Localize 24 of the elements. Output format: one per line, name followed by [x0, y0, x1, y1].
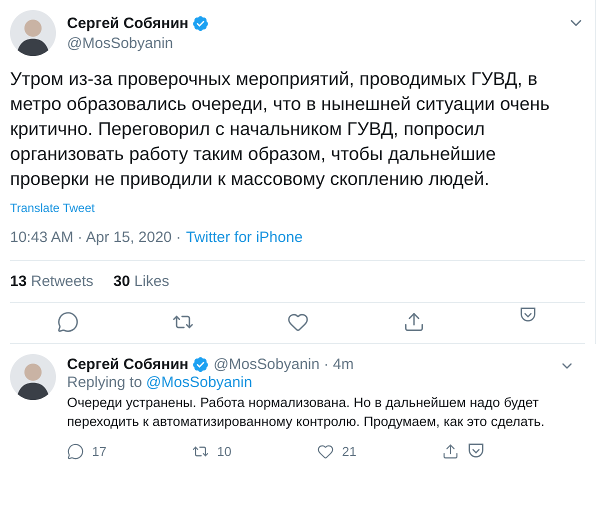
avatar[interactable]: [10, 10, 56, 56]
like-icon[interactable]: [317, 442, 334, 460]
author-name[interactable]: Сергей Собянин: [67, 15, 188, 32]
author-handle[interactable]: @MosSobyanin: [67, 35, 556, 52]
stat-count[interactable]: 13 Retweets: [10, 273, 94, 290]
tweet-text: Утром из-за проверочных мероприятий, проводимых ГУВД, в метро образовались очереди, что в нынешней ситуации очень критично. Переговорил с начальником ГУВД, попросил организовать работу таким образом, чтобы дальнейшие проверки не приводили к массовому скоплению людей.: [10, 67, 551, 191]
tweet-timestamp[interactable]: 10:43 AM · Apr 15, 2020 ·: [10, 229, 181, 246]
source-link[interactable]: Twitter for iPhone: [186, 229, 303, 246]
avatar[interactable]: [10, 354, 56, 400]
like-icon[interactable]: [287, 311, 310, 333]
reply-icon[interactable]: [56, 311, 79, 333]
reply-text: Очереди устранены. Работа нормализована. Но в дальнейшем надо будет переходить к автоматизированному контролю. Продумаем, как это сделать.: [67, 394, 546, 431]
share-icon[interactable]: [442, 442, 459, 460]
reply-mention-link[interactable]: @MosSobyanin: [146, 374, 252, 391]
stat-count[interactable]: 30 Likes: [113, 273, 170, 290]
action-count: 17: [92, 444, 106, 458]
translate-link[interactable]: Translate Tweet: [10, 201, 95, 215]
action-count: 21: [342, 444, 356, 458]
replying-label: Replying to: [67, 374, 142, 391]
reply-icon[interactable]: [67, 442, 84, 460]
author-handle[interactable]: @MosSobyanin · 4m: [213, 356, 354, 372]
share-icon[interactable]: [402, 311, 425, 333]
author-name[interactable]: Сергей Собянин: [67, 356, 188, 372]
action-count: 10: [217, 444, 232, 458]
